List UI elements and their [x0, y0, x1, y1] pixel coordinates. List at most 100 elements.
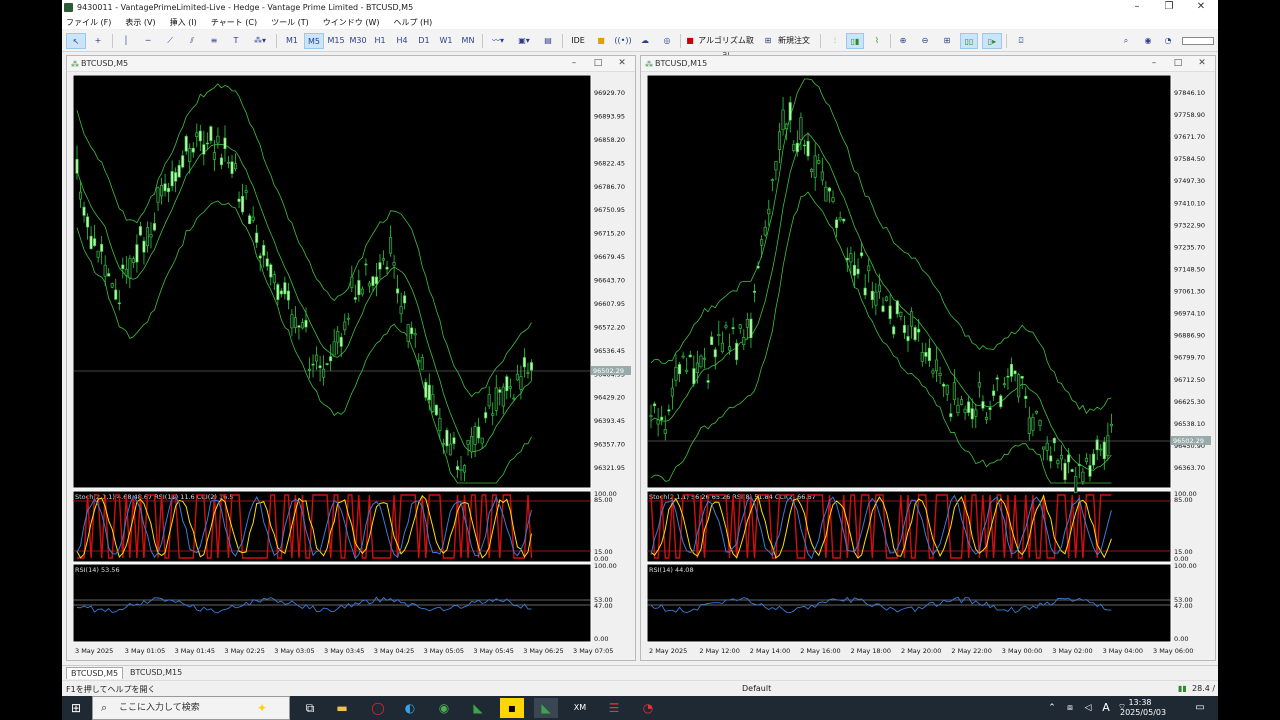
candle-body [360, 288, 364, 295]
opera-icon[interactable]: ◯ [366, 698, 390, 718]
candle-body [283, 282, 287, 295]
candle-body [248, 215, 252, 225]
vertical-line-icon[interactable]: │ [116, 33, 136, 49]
chrome-icon[interactable]: ◉ [432, 698, 456, 718]
candle-body [93, 238, 97, 246]
tab-btcusd-m5[interactable]: BTCUSD,M5 [66, 667, 124, 679]
candle-body [831, 197, 835, 202]
candle-body [329, 356, 333, 362]
candle-body [219, 157, 223, 166]
template-icon[interactable]: ▣▾ [512, 33, 536, 49]
chart-plot-m15[interactable]: 97846.10 97758.90 97671.70 97584.50 97497.30… [647, 75, 1213, 659]
chart-window-m15[interactable]: ⁂ BTCUSD,M15 – □ ✕ 97846.10 97758.90 97671… [640, 55, 1216, 661]
task-view-icon[interactable]: ⧉ [298, 698, 322, 718]
chart-maximize-button[interactable]: □ [1171, 57, 1185, 70]
indicator-icon[interactable]: 〰▾ [486, 33, 510, 49]
menu-file[interactable]: ファイル (F) [66, 17, 111, 28]
sticky-app-icon[interactable]: ▪ [500, 698, 524, 718]
chart-shift-icon[interactable]: ▯▸ [982, 33, 1002, 49]
trendline-icon[interactable]: ⟋ [160, 33, 180, 49]
menu-chart[interactable]: チャート (C) [211, 17, 257, 28]
candle-body [381, 258, 386, 261]
search-icon[interactable]: ⌕ [1118, 33, 1134, 49]
menu-window[interactable]: ウインドウ (W) [323, 17, 380, 28]
price-tick-label: 96429.20 [594, 394, 625, 402]
screenshot-icon[interactable]: ⌼ [1012, 33, 1030, 49]
tf-m1[interactable]: M1 [282, 33, 302, 49]
community-icon[interactable]: ◉ [1140, 33, 1156, 49]
candle-body [920, 352, 924, 362]
candle-body [1052, 437, 1056, 444]
sparkle-icon[interactable]: ✦ [250, 698, 274, 718]
zoom-chart-icon[interactable]: ▤ [538, 33, 558, 49]
candle-body [434, 404, 438, 416]
chart-close-button[interactable]: ✕ [1195, 57, 1209, 70]
price-tick-label: 97671.70 [1174, 133, 1205, 141]
tf-h4[interactable]: H4 [392, 33, 412, 49]
menu-help[interactable]: ヘルプ (H) [393, 17, 432, 28]
fibonacci-icon[interactable]: ≡ [204, 33, 224, 49]
chart-plot-m5[interactable]: 96929.70 96893.95 96858.20 96822.45 96786.70… [73, 75, 633, 659]
xm-icon[interactable]: XM [568, 698, 592, 718]
tf-d1[interactable]: D1 [414, 33, 434, 49]
chart-close-button[interactable]: ✕ [615, 57, 629, 70]
edge-icon[interactable]: ◐ [398, 698, 422, 718]
tf-m30[interactable]: M30 [348, 33, 368, 49]
cloud-icon[interactable]: ☁ [636, 33, 654, 49]
menu-view[interactable]: 表示 (V) [125, 17, 155, 28]
grid-icon[interactable]: ⊞ [938, 33, 956, 49]
metatrader-icon[interactable]: ◣ [466, 698, 490, 718]
channel-icon[interactable]: ⫽ [182, 33, 202, 49]
ide-button[interactable]: IDE [568, 33, 588, 49]
lock-icon[interactable]: ■ [592, 33, 610, 49]
chart-minimize-button[interactable]: – [1147, 57, 1161, 70]
tf-m15[interactable]: M15 [326, 33, 346, 49]
chart-maximize-button[interactable]: □ [591, 57, 605, 70]
taskbar-clock[interactable]: 13:38 2025/05/03 [1120, 698, 1166, 718]
candle-body [529, 362, 534, 371]
zoom-in-icon[interactable]: ⊕ [894, 33, 912, 49]
shapes-icon[interactable]: ⁂▾ [248, 33, 272, 49]
candlestick-icon[interactable]: ▯▮ [846, 33, 864, 49]
tf-h1[interactable]: H1 [370, 33, 390, 49]
autoscroll-icon[interactable]: ▯▯ [960, 33, 978, 49]
close-button[interactable]: ✕ [1186, 0, 1216, 15]
horizontal-line-icon[interactable]: ─ [138, 33, 158, 49]
algo-trading-button[interactable]: アルゴリズム取引 [696, 33, 756, 61]
candle-body [255, 232, 259, 243]
line-chart-icon[interactable]: ⌇ [868, 33, 886, 49]
tf-mn[interactable]: MN [458, 33, 478, 49]
candle-body [167, 187, 171, 193]
metatrader-active-icon[interactable]: ◣ [534, 698, 558, 718]
file-explorer-icon[interactable]: ▬ [330, 698, 354, 718]
zoom-out-icon[interactable]: ⊖ [916, 33, 934, 49]
account-icon[interactable]: ◔ [1160, 33, 1176, 49]
price-chart-m15[interactable]: 97846.10 97758.90 97671.70 97584.50 97497.30… [647, 75, 1213, 659]
bar-chart-icon[interactable]: ⫶ [826, 33, 844, 49]
new-order-button[interactable]: 新規注文 [774, 33, 814, 49]
app-icon[interactable]: ☰ [602, 698, 626, 718]
signal-icon[interactable]: ((•)) [614, 33, 632, 49]
minimize-button[interactable]: – [1122, 0, 1152, 15]
notification-icon[interactable]: ▭ [1188, 698, 1212, 718]
cursor-icon[interactable]: ↖ [66, 33, 86, 49]
rsi-indicator-label: RSI(14) 53.56 [75, 566, 120, 574]
tf-w1[interactable]: W1 [436, 33, 456, 49]
menu-tools[interactable]: ツール (T) [271, 17, 309, 28]
restore-button[interactable]: ❐ [1154, 0, 1184, 15]
start-icon[interactable]: ⊞ [64, 698, 88, 718]
crosshair-icon[interactable]: + [88, 33, 108, 49]
vps-icon[interactable]: ◎ [658, 33, 676, 49]
time-axis-label: 2 May 12:00 [699, 647, 739, 655]
candle-body [742, 337, 746, 346]
candle-body [135, 244, 139, 263]
text-icon[interactable]: T [226, 33, 246, 49]
clock-app-icon[interactable]: ◔ [636, 698, 660, 718]
tf-m5[interactable]: M5 [304, 33, 324, 49]
menu-insert[interactable]: 挿入 (I) [170, 17, 197, 28]
chart-window-m5[interactable]: ⁂ BTCUSD,M5 – □ ✕ 96929.70 96893.95 96858.… [66, 55, 636, 661]
candle-body [1081, 471, 1085, 483]
price-chart-m5[interactable]: 96929.70 96893.95 96858.20 96822.45 96786.70… [73, 75, 633, 659]
tab-btcusd-m15[interactable]: BTCUSD,M15 [126, 667, 186, 679]
chart-minimize-button[interactable]: – [567, 57, 581, 70]
